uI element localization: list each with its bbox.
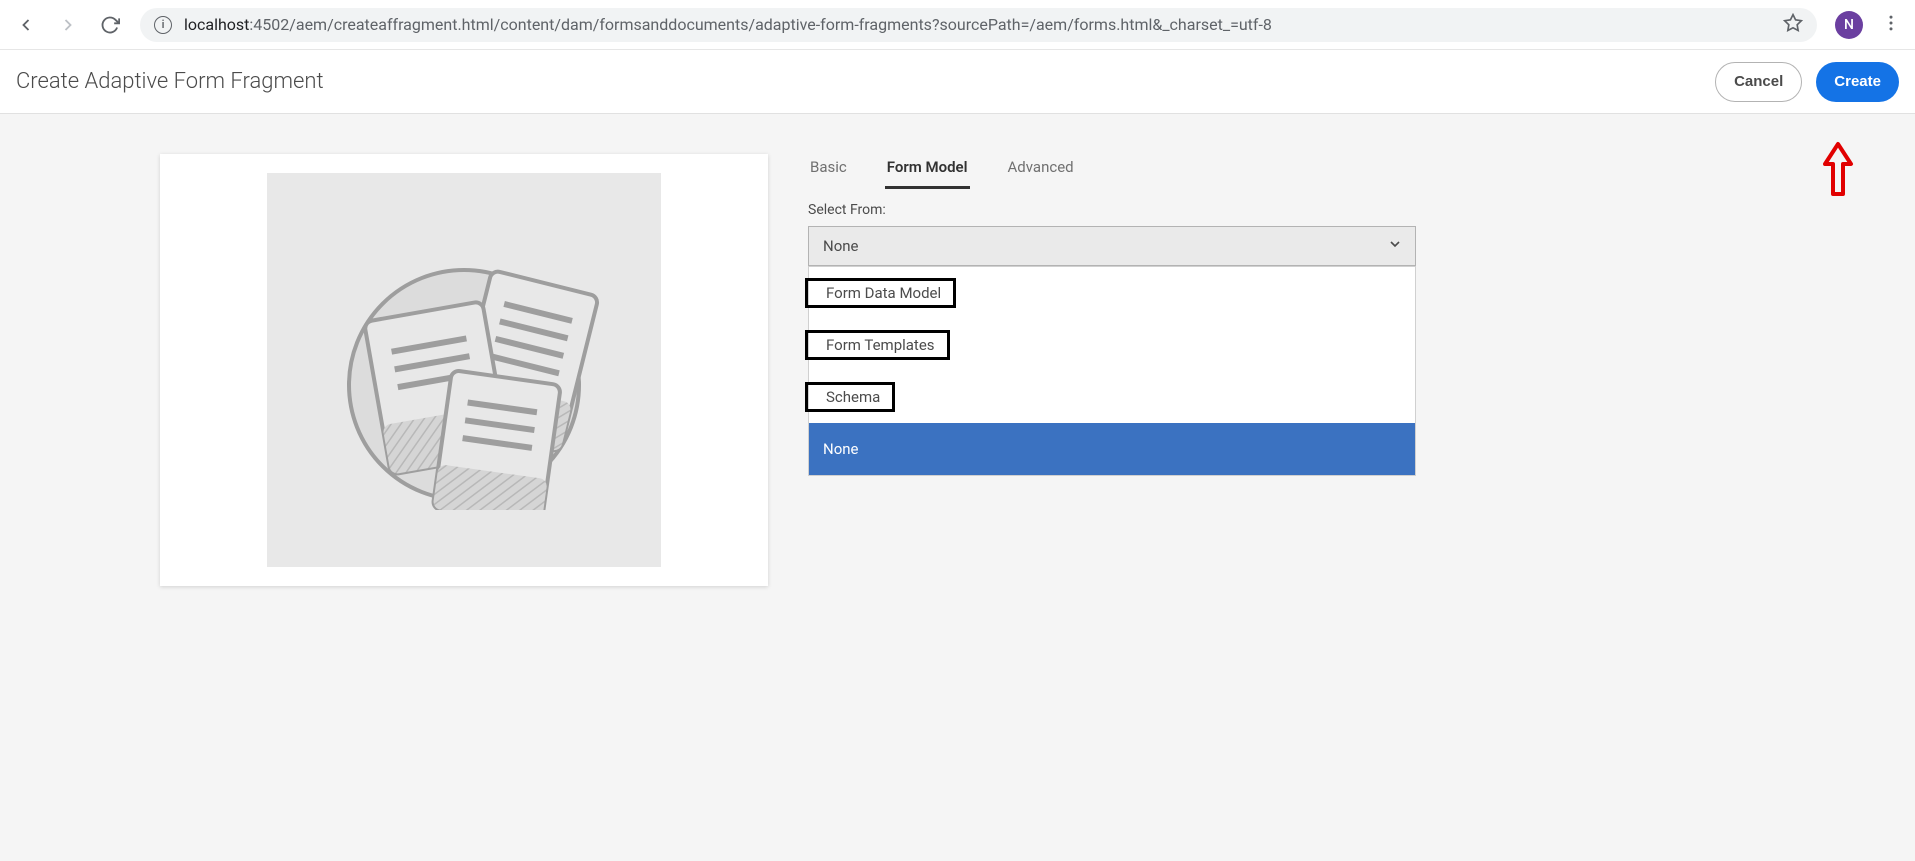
documents-icon	[324, 230, 604, 510]
site-info-icon[interactable]: i	[154, 16, 172, 34]
tab-basic[interactable]: Basic	[808, 154, 849, 189]
page-title: Create Adaptive Form Fragment	[16, 69, 324, 94]
select-from-value: None	[823, 237, 859, 255]
browser-toolbar: i localhost:4502/aem/createaffragment.ht…	[0, 0, 1915, 50]
create-button[interactable]: Create	[1816, 62, 1899, 102]
tab-advanced[interactable]: Advanced	[1006, 154, 1076, 189]
option-schema[interactable]: Schema	[809, 371, 1415, 423]
url-text: localhost:4502/aem/createaffragment.html…	[184, 15, 1272, 34]
template-preview-card	[160, 154, 768, 586]
address-bar[interactable]: i localhost:4502/aem/createaffragment.ht…	[140, 8, 1817, 42]
chevron-down-icon	[1387, 236, 1403, 256]
select-from-options: Form Data Model Form Templates Schema No…	[808, 266, 1416, 476]
option-form-data-model[interactable]: Form Data Model	[809, 267, 1415, 319]
reload-button[interactable]	[98, 13, 122, 37]
page-header: Create Adaptive Form Fragment Cancel Cre…	[0, 50, 1915, 114]
back-button[interactable]	[14, 13, 38, 37]
cancel-button[interactable]: Cancel	[1715, 62, 1802, 102]
select-from-label: Select From:	[808, 202, 1448, 218]
bookmark-star-icon[interactable]	[1783, 13, 1803, 37]
annotation-arrow-icon	[1821, 140, 1855, 202]
tabs: Basic Form Model Advanced	[808, 154, 1448, 190]
template-preview-placeholder	[267, 173, 661, 567]
option-form-templates[interactable]: Form Templates	[809, 319, 1415, 371]
profile-avatar[interactable]: N	[1835, 11, 1863, 39]
select-from-dropdown[interactable]: None	[808, 226, 1416, 266]
tab-form-model[interactable]: Form Model	[885, 154, 970, 189]
forward-button[interactable]	[56, 13, 80, 37]
browser-menu-icon[interactable]	[1881, 13, 1901, 37]
form-panel: Basic Form Model Advanced Select From: N…	[808, 154, 1448, 861]
main-content: Basic Form Model Advanced Select From: N…	[0, 114, 1915, 861]
option-none[interactable]: None	[809, 423, 1415, 475]
